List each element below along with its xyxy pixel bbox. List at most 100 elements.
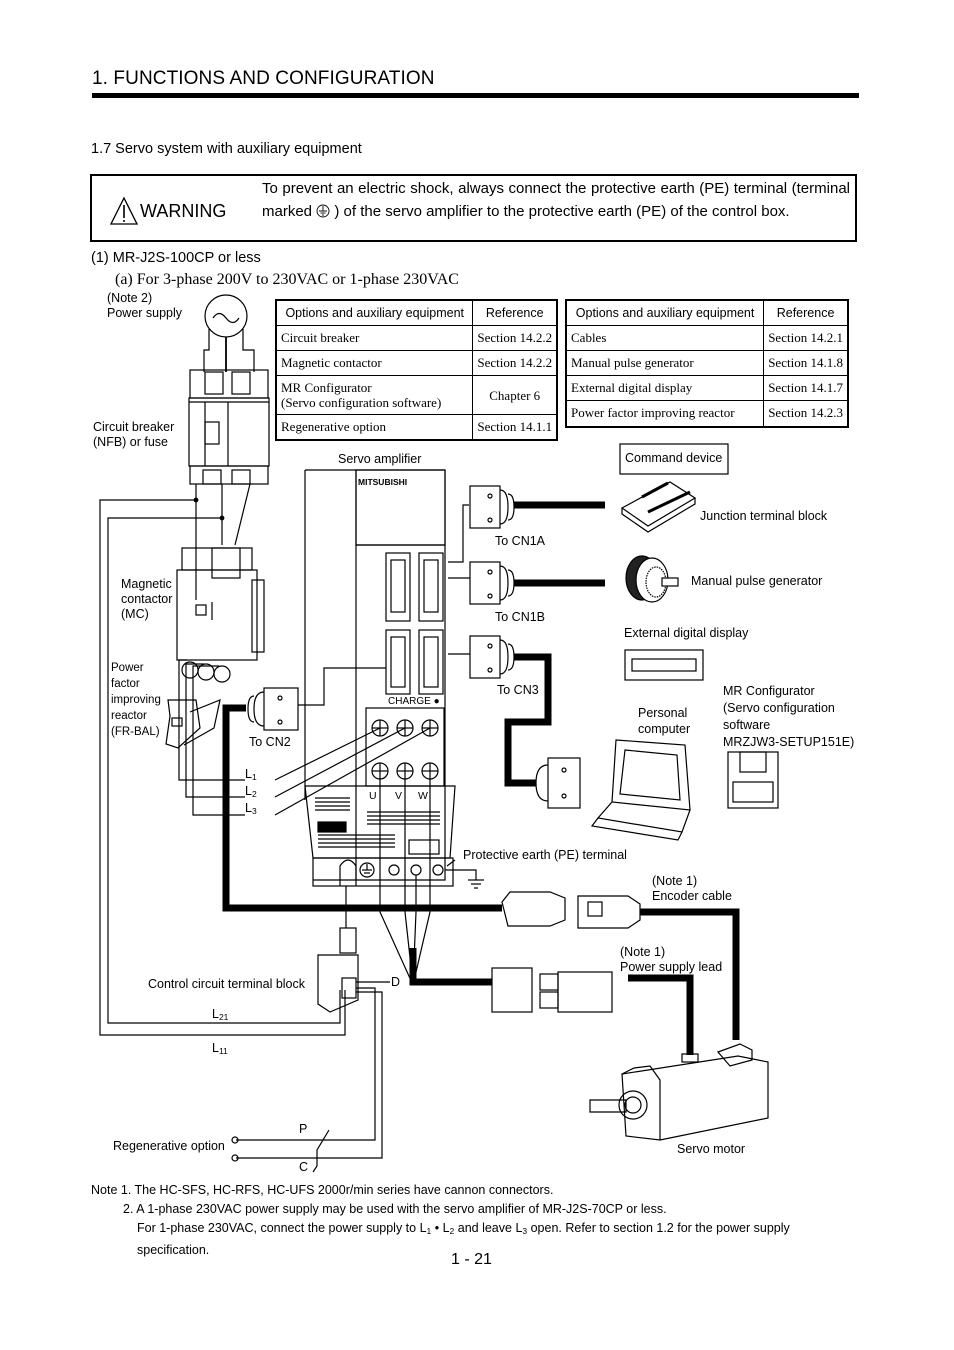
column-header-equipment: Options and auxiliary equipment [565, 299, 765, 326]
l3-label: L3 [245, 801, 257, 816]
reference-cell: Section 14.1.8 [763, 350, 849, 376]
v-terminal-label: V [395, 789, 403, 804]
encoder-cable-label: (Note 1) Encoder cable [652, 874, 732, 904]
note-1: Note 1. The HC-SFS, HC-RFS, HC-UFS 2000r… [91, 1183, 554, 1197]
l2-wire [185, 663, 245, 798]
junction-terminal-block-icon [620, 481, 697, 533]
mc-line2: contactor [121, 592, 173, 606]
junction-terminal-block-label: Junction terminal block [700, 509, 828, 523]
power-supply-lead-label: (Note 1) Power supply lead [620, 945, 722, 975]
notes: Note 1. The HC-SFS, HC-RFS, HC-UFS 2000r… [91, 1181, 790, 1260]
l2-label: L2 [245, 784, 257, 799]
cn3-label: To CN3 [497, 683, 539, 697]
equipment-line2: (Servo configuration software) [281, 395, 442, 410]
cn1b-port [418, 552, 444, 622]
circuit-breaker-line2: (NFB) or fuse [93, 435, 169, 449]
floppy-disk-icon [727, 751, 779, 809]
power-lead-connector-icon [491, 967, 613, 1013]
reactor-line4: reactor [111, 710, 147, 722]
reference-cell: Section 14.2.2 [472, 350, 558, 376]
cn1a-port [385, 552, 411, 622]
cn1b-plug-icon [469, 561, 515, 605]
equipment-cell: Regenerative option [275, 414, 474, 441]
regen-break-mark [312, 1129, 330, 1173]
ac-power-source-icon [204, 294, 248, 338]
equipment-cell: Manual pulse generator [565, 350, 765, 376]
regenerative-option-label: Regenerative option [113, 1139, 225, 1153]
equipment-cell: External digital display [565, 375, 765, 401]
l11-label: L11 [212, 1041, 228, 1056]
power-lead-to-motor [628, 974, 694, 1055]
control-terminal-block-label: Control circuit terminal block [148, 977, 305, 991]
terminal-c-label: C [299, 1160, 309, 1174]
table-row: Regenerative option Section 14.1.1 [275, 414, 558, 441]
pc-line1: Personal [638, 706, 688, 720]
column-header-reference: Reference [472, 299, 558, 326]
charge-indicator-label: CHARGE ● [388, 696, 440, 707]
cn2-signal [298, 667, 386, 706]
mrc-line1: MR Configurator [723, 684, 815, 698]
ground-symbol-icon [445, 869, 484, 889]
l-wire-3 [234, 483, 251, 546]
equipment-cell: Magnetic contactor [275, 350, 474, 376]
reference-cell: Section 14.2.2 [472, 325, 558, 351]
mc-line1: Magnetic [121, 577, 172, 591]
circuit-breaker-line1: Circuit breaker [93, 420, 175, 434]
cn2-port [385, 629, 411, 695]
cn3-cable [504, 653, 552, 787]
u-wire [379, 779, 414, 986]
terminal-p-label: P [299, 1122, 308, 1136]
reactor-label: Power factor improving reactor (FR-BAL) [111, 660, 161, 740]
mrc-line2: (Servo configuration [723, 701, 835, 715]
table-row: External digital display Section 14.1.7 [565, 375, 849, 401]
reference-cell: Section 14.2.1 [763, 325, 849, 351]
manual-pulse-generator-label: Manual pulse generator [691, 574, 823, 588]
reactor-line1: Power [111, 662, 144, 674]
control-terminal-block-icon [317, 927, 359, 1013]
column-header-reference: Reference [763, 299, 849, 326]
cn1a-label: To CN1A [495, 534, 546, 548]
pc-plug-icon [535, 757, 581, 809]
external-digital-display-label: External digital display [624, 626, 749, 640]
servo-motor-label: Servo motor [677, 1142, 746, 1156]
circuit-breaker-label: Circuit breaker (NFB) or fuse [93, 420, 174, 450]
equipment-cell: Power factor improving reactor [565, 400, 765, 427]
equipment-line1: MR Configurator [281, 380, 372, 395]
supply-wire-3 [242, 329, 255, 372]
power-lead-note: (Note 1) [620, 945, 666, 959]
power-supply-note: (Note 2) [107, 291, 153, 305]
reactor-line5: (FR-BAL) [111, 726, 160, 738]
l21-label: L21 [212, 1007, 229, 1022]
equipment-cell: MR Configurator (Servo configuration sof… [275, 375, 474, 415]
manual-pulse-generator-icon [625, 555, 679, 603]
cn2-plug-icon [247, 687, 299, 731]
l3-wire [192, 665, 245, 816]
reactor-line2: factor [111, 678, 140, 690]
personal-computer-label: Personal computer [638, 705, 690, 737]
pe-pointer [446, 859, 456, 867]
reference-cell: Chapter 6 [472, 375, 558, 415]
magnetic-contactor-icon [176, 547, 265, 683]
p-wire [236, 987, 376, 1141]
servo-amplifier-label: Servo amplifier [338, 452, 422, 466]
note-2-line2: For 1-phase 230VAC, connect the power su… [137, 1221, 790, 1236]
power-supply-label: (Note 2) Power supply [107, 291, 182, 321]
personal-computer-icon [590, 739, 691, 841]
options-table-right: Options and auxiliary equipment Referenc… [565, 299, 849, 428]
encoder-connector-icon [501, 891, 641, 929]
table-header-row: Options and auxiliary equipment Referenc… [275, 299, 558, 326]
power-lead-text: Power supply lead [620, 960, 723, 974]
equipment-cell: Cables [565, 325, 765, 351]
table-row: Circuit breaker Section 14.2.2 [275, 325, 558, 351]
power-supply-text: Power supply [107, 306, 183, 320]
reactor-line3: improving [111, 694, 161, 706]
command-device-label: Command device [625, 451, 723, 465]
power-lead-cable [409, 948, 492, 986]
l1-label: L1 [245, 767, 257, 782]
reference-cell: Section 14.2.3 [763, 400, 849, 427]
mr-configurator-label: MR Configurator (Servo configuration sof… [723, 683, 854, 751]
servo-motor-icon [589, 1043, 769, 1141]
options-table-left: Options and auxiliary equipment Referenc… [275, 299, 558, 441]
pe-terminal-label: Protective earth (PE) terminal [463, 848, 627, 862]
note-2: 2. A 1-phase 230VAC power supply may be … [123, 1202, 667, 1216]
